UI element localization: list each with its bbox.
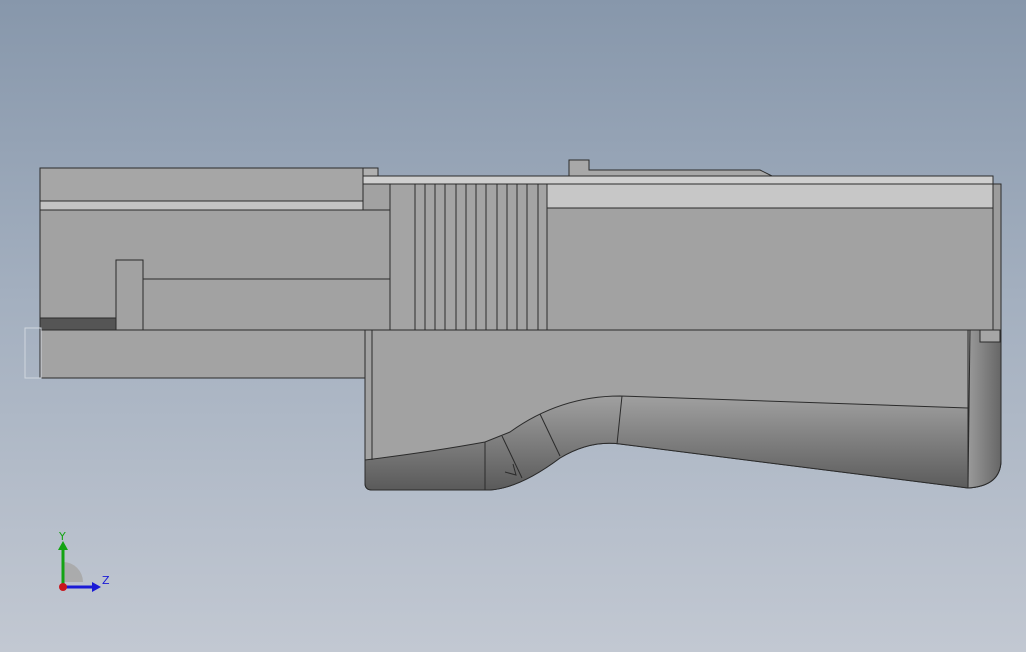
x-axis-dot (59, 583, 67, 591)
y-axis-label: Y (59, 530, 66, 543)
graphics-viewport[interactable]: Y Z (0, 0, 1026, 652)
lower-left-rail (24, 327, 366, 379)
ribbed-grip-section (389, 183, 548, 331)
orientation-triad: Y Z (50, 530, 120, 600)
dark-insert (39, 317, 117, 331)
left-upper-block (39, 167, 379, 211)
z-axis-label: Z (102, 574, 110, 587)
handle-grip (364, 329, 1002, 491)
cad-model[interactable] (0, 0, 1026, 652)
